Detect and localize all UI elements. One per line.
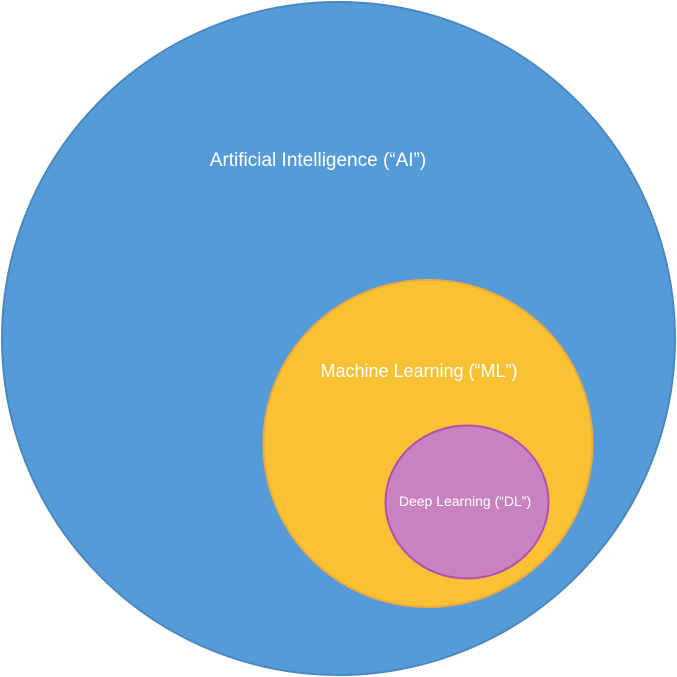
dl-label: Deep Learning (“DL”) bbox=[399, 493, 531, 509]
ai-ml-dl-venn-diagram: Artificial Intelligence (“AI”) Machine L… bbox=[0, 0, 677, 677]
ml-label: Machine Learning (“ML”) bbox=[320, 361, 517, 381]
ai-label: Artificial Intelligence (“AI”) bbox=[210, 150, 426, 171]
